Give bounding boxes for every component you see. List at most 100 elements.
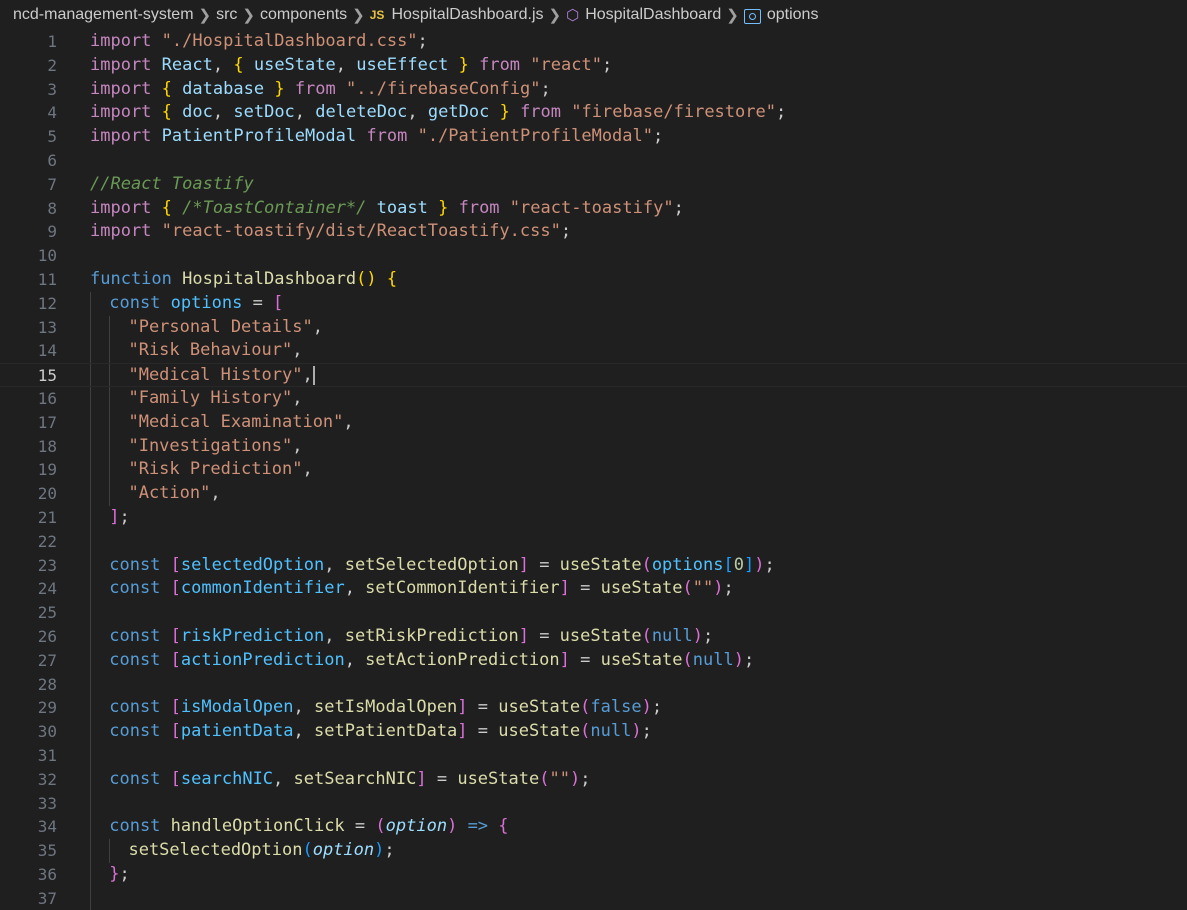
- code-token: ;: [601, 54, 613, 75]
- code-token: ]: [457, 697, 468, 718]
- code-line[interactable]: 33: [0, 791, 1187, 816]
- code-token: deleteDoc: [315, 102, 408, 123]
- code-token: setIsModalOpen: [314, 697, 458, 718]
- code-token: const: [109, 649, 161, 670]
- breadcrumb-component[interactable]: HospitalDashboard: [585, 6, 721, 24]
- code-token: [: [170, 649, 181, 670]
- code-line[interactable]: 3 import { database } from "../firebaseCo…: [0, 78, 1187, 102]
- code-line[interactable]: 24 const [commonIdentifier, setCommonIden…: [0, 577, 1187, 602]
- code-text: setSelectedOption(option);: [128, 839, 394, 863]
- code-line[interactable]: 7 //React Toastify: [0, 173, 1187, 197]
- breadcrumb-symbol[interactable]: options: [767, 6, 819, 24]
- code-token: (: [302, 840, 313, 861]
- line-number: 34: [37, 817, 57, 837]
- code-token: ,: [292, 435, 303, 456]
- code-line[interactable]: 16 "Family History",: [0, 386, 1187, 411]
- code-line[interactable]: 35 setSelectedOption(option);: [0, 839, 1187, 863]
- code-token: =: [528, 554, 560, 575]
- code-line[interactable]: 32 const [searchNIC, setSearchNIC] = useS…: [0, 767, 1187, 792]
- code-line[interactable]: 12 const options = [: [0, 291, 1187, 316]
- indent-guide: [90, 862, 91, 887]
- code-token: ]: [559, 578, 570, 599]
- code-token: useState: [559, 625, 642, 646]
- code-token: ;: [540, 78, 551, 99]
- code-line[interactable]: 21];: [0, 505, 1187, 530]
- code-token: "firebase/firestore": [571, 102, 776, 123]
- code-token: actionPrediction: [180, 649, 345, 670]
- code-token: ,: [294, 102, 316, 123]
- breadcrumb-project[interactable]: ncd-management-system: [13, 6, 194, 24]
- code-token: ;: [580, 768, 591, 789]
- indent-guide: [109, 410, 111, 435]
- code-token: useState: [498, 697, 581, 718]
- line-number: 12: [37, 293, 57, 313]
- code-editor[interactable]: 1 import "./HospitalDashboard.css"; 2 impor…: [0, 30, 1187, 910]
- code-token: const: [109, 292, 161, 313]
- code-token: }: [109, 863, 120, 884]
- code-line[interactable]: 36};: [0, 862, 1187, 887]
- code-token: ): [733, 649, 744, 670]
- code-line[interactable]: 28: [0, 672, 1187, 697]
- code-token: ): [447, 816, 458, 837]
- code-token: const: [109, 816, 161, 837]
- code-line[interactable]: 14 "Risk Behaviour",: [0, 339, 1187, 364]
- code-line[interactable]: 1 import "./HospitalDashboard.css";: [0, 30, 1187, 54]
- code-line[interactable]: 34 const handleOptionClick = (option) => …: [0, 815, 1187, 840]
- code-token: "Action": [128, 483, 211, 504]
- code-token: import: [90, 31, 152, 51]
- code-line[interactable]: 6: [0, 149, 1187, 173]
- indent-guide: [109, 434, 111, 459]
- code-token: =: [426, 768, 458, 789]
- code-token: [: [170, 554, 181, 575]
- code-line[interactable]: 5 import PatientProfileModal from "./Pati…: [0, 125, 1187, 149]
- code-line[interactable]: 26 const [riskPrediction, setRiskPredicti…: [0, 624, 1187, 649]
- code-line[interactable]: 27 const [actionPrediction, setActionPred…: [0, 648, 1187, 673]
- code-token: (: [580, 697, 591, 718]
- code-token: useState: [457, 768, 540, 789]
- code-line[interactable]: 20 "Action",: [0, 482, 1187, 506]
- code-token: patientData: [180, 721, 294, 742]
- code-line[interactable]: 31: [0, 743, 1187, 768]
- code-line[interactable]: 8 import { /*ToastContainer*/ toast } fro…: [0, 197, 1187, 221]
- code-line[interactable]: 30 const [patientData, setPatientData] = …: [0, 720, 1187, 744]
- code-line[interactable]: 11 function HospitalDashboard() {: [0, 268, 1187, 292]
- code-line[interactable]: 15 "Medical History",: [0, 363, 1187, 387]
- code-line[interactable]: 25: [0, 601, 1187, 625]
- code-token: "Risk Prediction": [128, 459, 303, 480]
- code-line[interactable]: 37: [0, 886, 1187, 910]
- code-token: ;: [651, 697, 663, 718]
- breadcrumb-folder-components[interactable]: components: [260, 6, 347, 24]
- breadcrumb-folder-src[interactable]: src: [216, 6, 237, 24]
- code-token: {: [161, 197, 172, 218]
- code-token: import: [90, 102, 152, 123]
- code-text: import { database } from "../firebaseCon…: [90, 78, 551, 102]
- code-line[interactable]: 13 "Personal Details",: [0, 315, 1187, 340]
- code-token: =: [467, 697, 499, 718]
- code-token: ,: [344, 578, 366, 599]
- line-number: 30: [37, 722, 57, 742]
- code-token: PatientProfileModal: [161, 126, 357, 147]
- code-token: from: [366, 126, 408, 147]
- breadcrumb-file[interactable]: HospitalDashboard.js: [391, 6, 543, 24]
- code-token: ,: [407, 102, 428, 123]
- line-number: 14: [37, 341, 57, 361]
- code-line[interactable]: 18 "Investigations",: [0, 434, 1187, 459]
- code-token: {: [386, 268, 398, 289]
- code-line[interactable]: 4 import { doc, setDoc, deleteDoc, getDoc…: [0, 101, 1187, 125]
- code-line[interactable]: 9 import "react-toastify/dist/ReactToasti…: [0, 220, 1187, 244]
- code-line[interactable]: 22: [0, 529, 1187, 554]
- code-line[interactable]: 17 "Medical Examination",: [0, 410, 1187, 435]
- code-line[interactable]: 19 "Risk Prediction",: [0, 458, 1187, 483]
- chevron-right-icon: ❯: [352, 7, 365, 24]
- code-line[interactable]: 2 import React, { useState, useEffect } f…: [0, 54, 1187, 78]
- code-line[interactable]: 23 const [selectedOption, setSelectedOpti…: [0, 553, 1187, 578]
- code-token: "Medical History": [128, 365, 303, 386]
- code-line[interactable]: 29 const [isModalOpen, setIsModalOpen] = …: [0, 696, 1187, 721]
- code-line[interactable]: 10: [0, 244, 1187, 268]
